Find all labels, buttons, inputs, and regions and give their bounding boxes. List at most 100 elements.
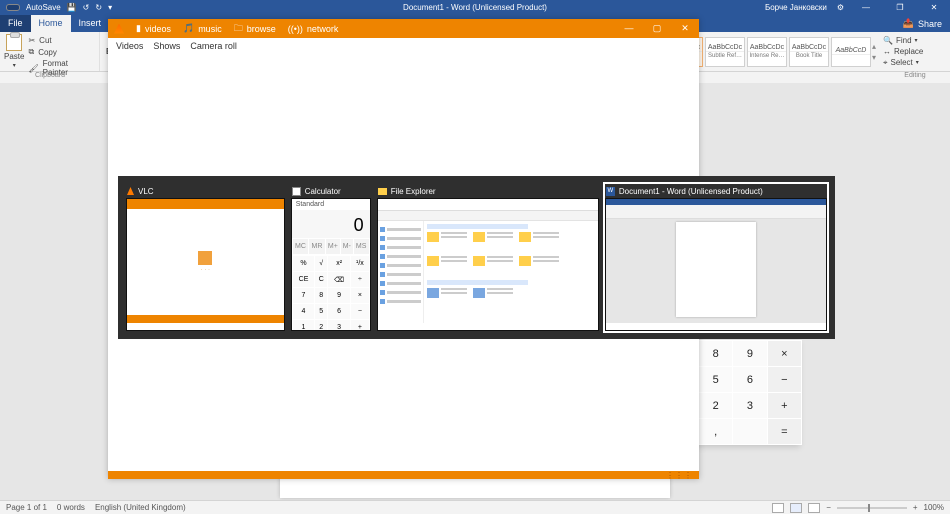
calc-key: 7	[292, 288, 315, 304]
task-item-word[interactable]: WDocument1 - Word (Unlicensed Product)	[605, 184, 827, 331]
calc-key: +	[351, 320, 370, 332]
calc-key-equals[interactable]: =	[767, 419, 801, 445]
chevron-down-icon: ▾	[915, 37, 918, 44]
task-title: Calculator	[305, 187, 341, 196]
drop-icon	[198, 251, 212, 265]
style-sample: AaBbCcDc	[792, 44, 826, 51]
style-sample: AaBbCcDc	[750, 44, 784, 51]
thumbnail	[605, 198, 827, 331]
calc-key-3[interactable]: 3	[733, 393, 767, 419]
search-icon: 🔍	[883, 36, 893, 45]
video-icon: ▮	[136, 23, 141, 34]
vlc-titlebar: ▮videos 🎵music 🗀browse ((•))network — ▢ …	[108, 19, 699, 38]
vlc-subtabs: Videos Shows Camera roll	[108, 38, 699, 54]
style-caption: Book Title	[790, 51, 828, 59]
paste-button[interactable]: Paste ▾	[4, 34, 24, 69]
style-book-title[interactable]: AaBbCcDcBook Title	[789, 37, 829, 67]
vlc-minimize-button[interactable]: —	[615, 23, 643, 34]
style-sample: AaBbCcDc	[708, 44, 742, 51]
word-titlebar: AutoSave 💾 ↺ ↻ ▾ Document1 - Word (Unlic…	[0, 0, 950, 15]
tab-insert[interactable]: Insert	[71, 15, 110, 32]
calc-key-plus[interactable]: +	[767, 393, 801, 419]
find-button[interactable]: 🔍Find▾	[883, 36, 947, 45]
calc-key-minus[interactable]: −	[767, 367, 801, 393]
word-close-button[interactable]: ✕	[922, 3, 946, 12]
calc-key-9[interactable]: 9	[733, 341, 767, 367]
calc-key: ×	[351, 288, 370, 304]
network-icon: ((•))	[288, 24, 303, 34]
calc-key-comma[interactable]: ,	[699, 419, 733, 445]
zoom-out-button[interactable]: −	[826, 503, 831, 512]
user-name[interactable]: Борче Јанковски	[765, 3, 827, 12]
vlc-tab-browse[interactable]: 🗀browse	[234, 21, 276, 37]
vlc-tab-network[interactable]: ((•))network	[288, 21, 339, 37]
calc-key: ÷	[351, 272, 370, 288]
copy-button[interactable]: ⧉Copy	[28, 47, 95, 57]
word-restore-button[interactable]: ❐	[888, 3, 912, 12]
vlc-tab-videos-label: videos	[145, 24, 171, 34]
qat-redo-icon[interactable]: ↻	[95, 3, 102, 12]
qat-undo-icon[interactable]: ↺	[83, 3, 90, 12]
calc-key: 5	[315, 304, 328, 320]
tab-file[interactable]: File	[0, 15, 31, 32]
vlc-maximize-button[interactable]: ▢	[643, 23, 671, 34]
vlc-subtab-shows[interactable]: Shows	[153, 41, 180, 51]
replace-button[interactable]: ↔Replace	[883, 47, 947, 56]
word-count[interactable]: 0 words	[57, 503, 85, 512]
vlc-cone-icon	[127, 187, 134, 195]
user-settings-icon[interactable]: ⚙	[837, 3, 844, 12]
calc-key-6[interactable]: 6	[733, 367, 767, 393]
task-switcher: VLC · · · Calculator Standard 0 MCMRM+M-…	[118, 176, 835, 339]
page-indicator[interactable]: Page 1 of 1	[6, 503, 47, 512]
editing-group: 🔍Find▾ ↔Replace ⌖Select▾	[880, 33, 950, 71]
vlc-subtab-camera[interactable]: Camera roll	[190, 41, 237, 51]
resize-grip-icon[interactable]: ⋮⋮⋮	[666, 471, 693, 479]
styles-scroll[interactable]: ▴▾	[872, 42, 880, 62]
thumbnail	[377, 198, 599, 331]
calc-mminus: M-	[340, 239, 353, 255]
calc-key-5[interactable]: 5	[699, 367, 733, 393]
qat-more-icon[interactable]: ▾	[108, 3, 112, 12]
autosave-toggle[interactable]	[6, 4, 20, 11]
zoom-level[interactable]: 100%	[924, 503, 944, 512]
ribbon-right: AaBbCcDcIntense Q… AaBbCcDcSubtle Ref… A…	[662, 32, 950, 71]
calc-key-empty	[733, 419, 767, 445]
task-item-calculator[interactable]: Calculator Standard 0 MCMRM+M-MS %√x²¹/x…	[291, 184, 371, 331]
thumbnail: Standard 0 MCMRM+M-MS %√x²¹/xCEC⌫÷789×45…	[291, 198, 371, 331]
vlc-tab-videos[interactable]: ▮ videos	[136, 21, 171, 37]
vlc-close-button[interactable]: ✕	[671, 23, 699, 34]
zoom-in-button[interactable]: +	[913, 503, 918, 512]
view-read-icon[interactable]	[772, 503, 784, 513]
cut-button[interactable]: ✂Cut	[28, 36, 95, 45]
view-web-icon[interactable]	[808, 503, 820, 513]
word-icon: W	[606, 187, 615, 196]
select-button[interactable]: ⌖Select▾	[883, 58, 947, 68]
task-item-file-explorer[interactable]: File Explorer	[377, 184, 599, 331]
tab-home[interactable]: Home	[31, 15, 71, 32]
cut-label: Cut	[39, 36, 51, 45]
find-label: Find	[896, 36, 912, 45]
vlc-tab-music[interactable]: 🎵music	[183, 21, 222, 37]
view-print-icon[interactable]	[790, 503, 802, 513]
share-button[interactable]: Share	[918, 19, 942, 29]
calc-key-8[interactable]: 8	[699, 341, 733, 367]
calc-key: 6	[328, 304, 351, 320]
select-label: Select	[891, 58, 913, 67]
calc-key: 3	[328, 320, 351, 332]
vlc-subtab-videos[interactable]: Videos	[116, 41, 143, 51]
calc-key-multiply[interactable]: ×	[767, 341, 801, 367]
task-item-vlc[interactable]: VLC · · ·	[126, 184, 285, 331]
calc-key: ¹/x	[351, 256, 370, 272]
qat-save-icon[interactable]: 💾	[67, 3, 77, 12]
style-subtle-ref[interactable]: AaBbCcDcSubtle Ref…	[705, 37, 745, 67]
task-title: VLC	[138, 187, 154, 196]
style-more[interactable]: AaBbCcD	[831, 37, 871, 67]
vlc-footer: ⋮⋮⋮	[108, 471, 699, 479]
style-intense-ref[interactable]: AaBbCcDcIntense Re…	[747, 37, 787, 67]
language-indicator[interactable]: English (United Kingdom)	[95, 503, 186, 512]
zoom-slider[interactable]	[837, 507, 907, 509]
word-minimize-button[interactable]: —	[854, 3, 878, 12]
share-icon: 📤	[903, 18, 914, 29]
calc-key-2[interactable]: 2	[699, 393, 733, 419]
copy-label: Copy	[38, 48, 57, 57]
